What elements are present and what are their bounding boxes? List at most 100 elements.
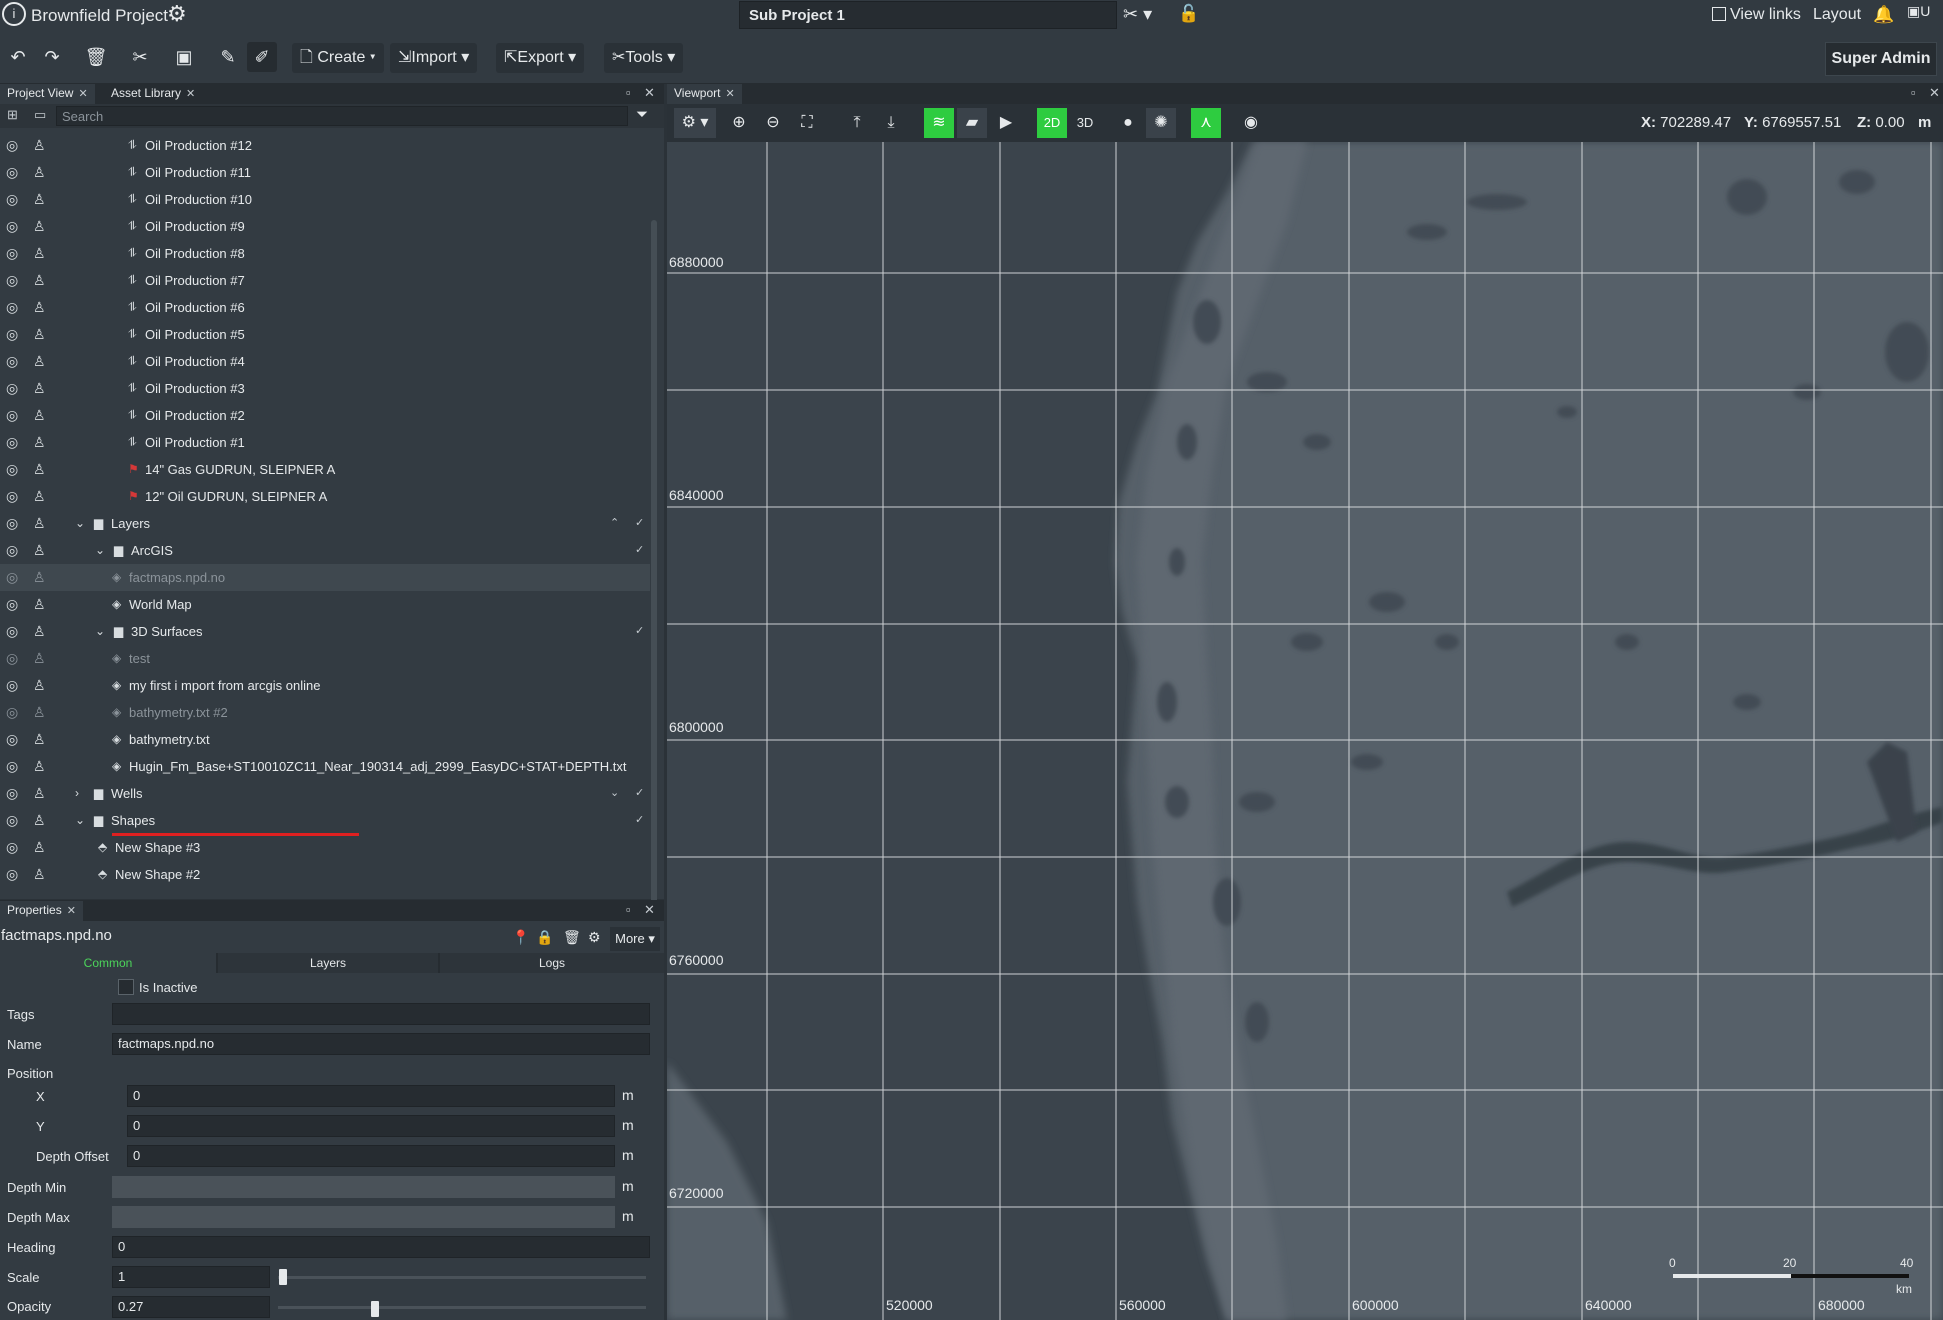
lock-toggle-icon[interactable]: ♙ [33, 726, 46, 753]
tree-row[interactable]: ◎ ♙ ⥮ Oil Production #8 [0, 240, 650, 267]
user-role-button[interactable]: Super Admin [1825, 42, 1937, 76]
visibility-toggle-icon[interactable]: ◎ [6, 429, 18, 456]
tools-menu[interactable]: ✂Tools ▾ [604, 43, 684, 73]
settings-gear-icon[interactable]: ⚙ [588, 929, 601, 946]
tree-row[interactable]: ◎ ♙ ⬘ New Shape #2 [0, 861, 650, 888]
lock-toggle-icon[interactable]: ♙ [33, 402, 46, 429]
lock-toggle-icon[interactable]: ♙ [33, 267, 46, 294]
layout-button[interactable]: Layout [1813, 6, 1861, 24]
tree-view-icon[interactable]: ⊞ [7, 107, 18, 123]
tree-row[interactable]: ◎ ♙ ⌄ ▆ Layers ✓ ⌃ [0, 510, 650, 537]
depth-offset-field[interactable]: 0 [127, 1145, 615, 1167]
tools-dropdown-icon[interactable]: ✂ ▾ [1123, 4, 1152, 25]
eraser-icon[interactable]: ✎ [214, 42, 242, 72]
more-menu[interactable]: More ▾ [610, 927, 660, 951]
visibility-toggle-icon[interactable]: ◎ [6, 213, 18, 240]
tree-row[interactable]: ◎ ♙ ⥮ Oil Production #11 [0, 159, 650, 186]
tree-row[interactable]: ◎ ♙ ⌄ ▆ Shapes ✓ [0, 807, 650, 834]
lock-toggle-icon[interactable]: ♙ [33, 591, 46, 618]
visibility-toggle-icon[interactable]: ◎ [6, 186, 18, 213]
lock-toggle-icon[interactable]: ♙ [33, 537, 46, 564]
tree-row[interactable]: ◎ ♙ ◈ Hugin_Fm_Base+ST10010ZC11_Near_190314… [0, 753, 650, 780]
expand-all-icon[interactable]: ⌄ [610, 780, 619, 807]
visibility-toggle-icon[interactable]: ◎ [6, 510, 18, 537]
close-panel-icon[interactable]: ✕ [1929, 85, 1940, 101]
tree-row[interactable]: ◎ ♙ ⥮ Oil Production #12 [0, 132, 650, 159]
lock-toggle-icon[interactable]: ♙ [33, 240, 46, 267]
zoom-out-icon[interactable]: ⊖ [758, 108, 788, 138]
visibility-toggle-icon[interactable]: ◎ [6, 294, 18, 321]
sphere-icon[interactable]: ● [1113, 108, 1143, 138]
chevron-down-icon[interactable]: ⌄ [75, 807, 85, 834]
visibility-toggle-icon[interactable]: ◎ [6, 861, 18, 888]
search-input[interactable] [56, 106, 628, 126]
camera-icon[interactable]: ▰ [957, 108, 987, 138]
name-field[interactable]: factmaps.npd.no [112, 1033, 650, 1055]
tree-row[interactable]: ◎ ♙ ⥮ Oil Production #7 [0, 267, 650, 294]
lock-toggle-icon[interactable]: ♙ [33, 780, 46, 807]
light-icon[interactable]: ✺ [1146, 108, 1176, 138]
tree-row[interactable]: ◎ ♙ ◈ bathymetry.txt [0, 726, 650, 753]
maximize-icon[interactable]: ▫ [626, 902, 631, 917]
check-icon[interactable]: ✓ [635, 510, 644, 537]
position-y-field[interactable]: 0 [127, 1115, 615, 1137]
lock-toggle-icon[interactable]: ♙ [33, 699, 46, 726]
lock-toggle-icon[interactable]: ♙ [33, 294, 46, 321]
raise-surface-icon[interactable]: ⤒ [842, 108, 872, 138]
tree-row[interactable]: ◎ ♙ ⚑ 14" Gas GUDRUN, SLEIPNER A [0, 456, 650, 483]
cut-icon[interactable]: ✂ [126, 42, 154, 72]
unlock-icon[interactable]: 🔓 [1178, 4, 1199, 24]
maximize-icon[interactable]: ▫ [1911, 85, 1916, 100]
tree-row[interactable]: ◎ ♙ ⚑ 12" Oil GUDRUN, SLEIPNER A [0, 483, 650, 510]
lock-toggle-icon[interactable]: ♙ [33, 834, 46, 861]
opacity-slider-handle[interactable] [371, 1301, 379, 1317]
subtab-common[interactable]: Common [0, 953, 216, 973]
measure-compass-icon[interactable]: ⋏ [1191, 108, 1221, 138]
visibility-toggle-icon[interactable]: ◎ [6, 753, 18, 780]
tab-properties[interactable]: Properties ✕ [0, 901, 83, 921]
lock-toggle-icon[interactable]: ♙ [33, 375, 46, 402]
close-icon[interactable]: ✕ [67, 905, 76, 917]
position-x-field[interactable]: 0 [127, 1085, 615, 1107]
visibility-toggle-icon[interactable]: ◎ [6, 699, 18, 726]
close-panel-icon[interactable]: ✕ [644, 902, 655, 918]
maximize-icon[interactable]: ▫ [626, 85, 631, 100]
lock-toggle-icon[interactable]: ♙ [33, 807, 46, 834]
lock-toggle-icon[interactable]: ♙ [33, 159, 46, 186]
chevron-down-icon[interactable]: ⌄ [75, 510, 85, 537]
lock-toggle-icon[interactable]: ♙ [33, 564, 46, 591]
tree-row[interactable]: ◎ ♙ ◈ bathymetry.txt #2 [0, 699, 650, 726]
export-menu[interactable]: ⇱Export ▾ [496, 43, 585, 73]
tree-row[interactable]: ◎ ♙ ⥮ Oil Production #3 [0, 375, 650, 402]
create-menu[interactable]: 🗋 Create ▾ [292, 43, 384, 73]
visibility-toggle-icon[interactable]: ◎ [6, 672, 18, 699]
tree-row[interactable]: ◎ ♙ ⥮ Oil Production #4 [0, 348, 650, 375]
visibility-toggle-icon[interactable]: ◎ [6, 132, 18, 159]
close-icon[interactable]: ✕ [725, 88, 734, 100]
lock-toggle-icon[interactable]: ♙ [33, 645, 46, 672]
tree-row[interactable]: ◎ ♙ ⥮ Oil Production #6 [0, 294, 650, 321]
visibility-toggle-icon[interactable]: ◎ [6, 456, 18, 483]
lock-toggle-icon[interactable]: ♙ [33, 429, 46, 456]
close-panel-icon[interactable]: ✕ [644, 85, 655, 101]
lower-surface-icon[interactable]: ⤓ [876, 108, 906, 138]
visibility-toggle-icon[interactable]: ◎ [6, 483, 18, 510]
visibility-toggle-icon[interactable]: ◎ [6, 564, 18, 591]
check-icon[interactable]: ✓ [635, 618, 644, 645]
import-menu[interactable]: ⇲Import ▾ [390, 43, 478, 73]
locate-pin-icon[interactable]: 📍 [512, 929, 529, 946]
tree-row[interactable]: ◎ ♙ ◈ World Map [0, 591, 650, 618]
view-links-button[interactable]: View links [1712, 6, 1801, 24]
tree-row[interactable]: ◎ ♙ ⥮ Oil Production #10 [0, 186, 650, 213]
tree-row[interactable]: ◎ ♙ ⬘ New Shape #3 [0, 834, 650, 861]
lock-toggle-icon[interactable]: ♙ [33, 753, 46, 780]
notifications-bell-icon[interactable]: 🔔 [1873, 5, 1894, 25]
visibility-toggle-icon[interactable]: ◎ [6, 834, 18, 861]
filter-icon[interactable]: ⏷ [636, 106, 648, 123]
lock-toggle-icon[interactable]: ♙ [33, 186, 46, 213]
undo-icon[interactable]: ↶ [4, 42, 32, 72]
scale-field[interactable]: 1 [112, 1266, 270, 1288]
edit-pencil-icon[interactable]: ✐ [247, 42, 277, 72]
visibility-toggle-icon[interactable]: ◎ [6, 726, 18, 753]
visibility-toggle-icon[interactable]: ◎ [6, 537, 18, 564]
